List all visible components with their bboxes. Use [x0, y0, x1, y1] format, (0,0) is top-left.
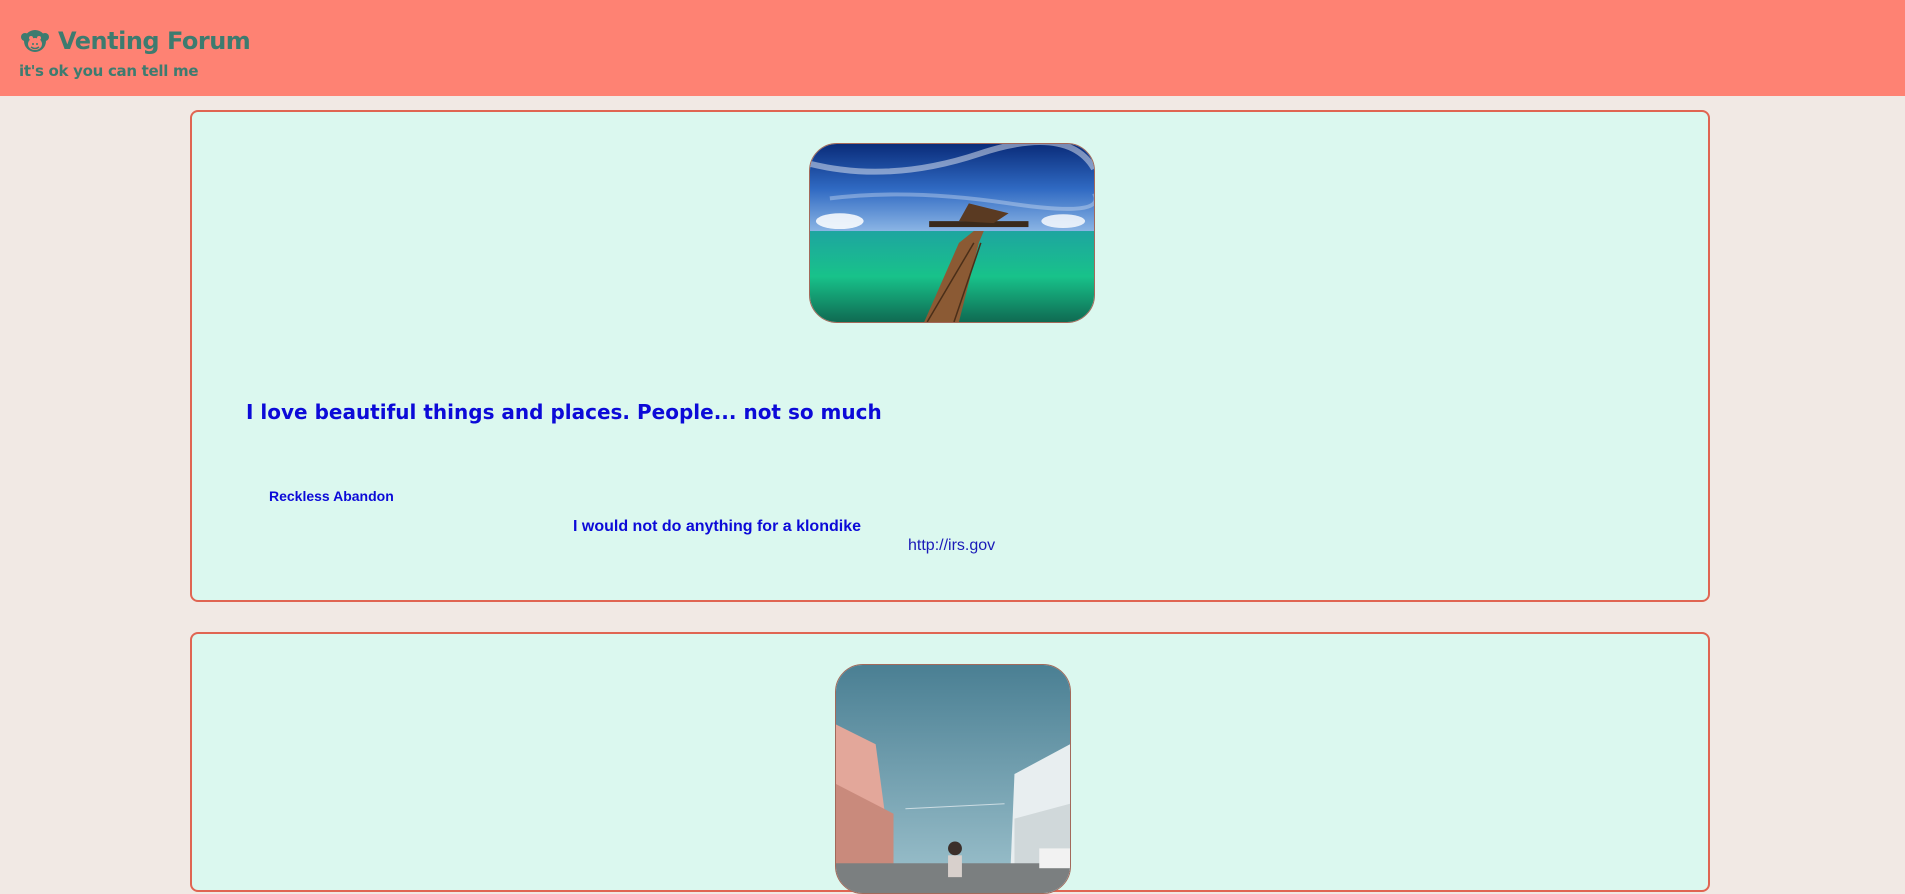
site-tagline: it's ok you can tell me	[19, 62, 199, 80]
post-title[interactable]: I love beautiful things and places. Peop…	[246, 400, 882, 424]
post-image	[835, 664, 1071, 894]
brand[interactable]: Venting Forum	[20, 26, 251, 56]
site-title: Venting Forum	[58, 27, 251, 55]
post-card	[190, 632, 1710, 894]
site-header: Venting Forum it's ok you can tell me	[0, 0, 1905, 96]
post-card: I love beautiful things and places. Peop…	[190, 110, 1710, 602]
street-skateboarder-photo	[836, 665, 1070, 893]
post-link[interactable]: http://irs.gov	[908, 537, 995, 555]
post-author[interactable]: Reckless Abandon	[269, 488, 394, 504]
post-image	[809, 143, 1095, 323]
monkey-face-icon	[21, 30, 49, 52]
post-body: I would not do anything for a klondike	[573, 518, 861, 535]
overwater-bungalow-boardwalk-photo	[810, 144, 1094, 322]
